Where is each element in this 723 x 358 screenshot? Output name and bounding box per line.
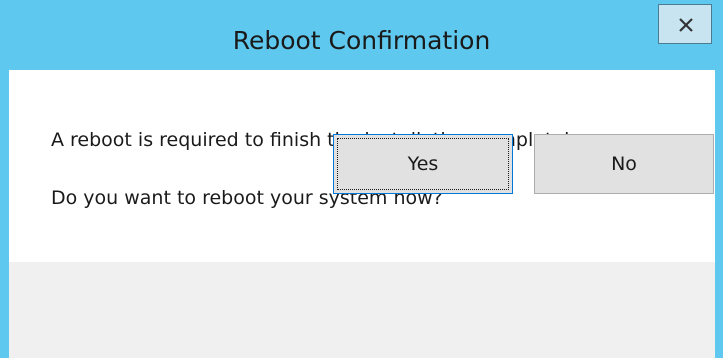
close-icon <box>679 18 693 32</box>
reboot-confirmation-dialog: Reboot Confirmation A reboot is required… <box>0 0 723 358</box>
close-button[interactable] <box>658 4 712 44</box>
yes-button-label: Yes <box>407 153 439 175</box>
yes-button[interactable]: Yes <box>333 134 513 194</box>
no-button[interactable]: No <box>534 134 714 194</box>
button-bar <box>9 262 715 358</box>
dialog-body: A reboot is required to finish the insta… <box>9 70 715 358</box>
no-button-label: No <box>611 153 637 175</box>
